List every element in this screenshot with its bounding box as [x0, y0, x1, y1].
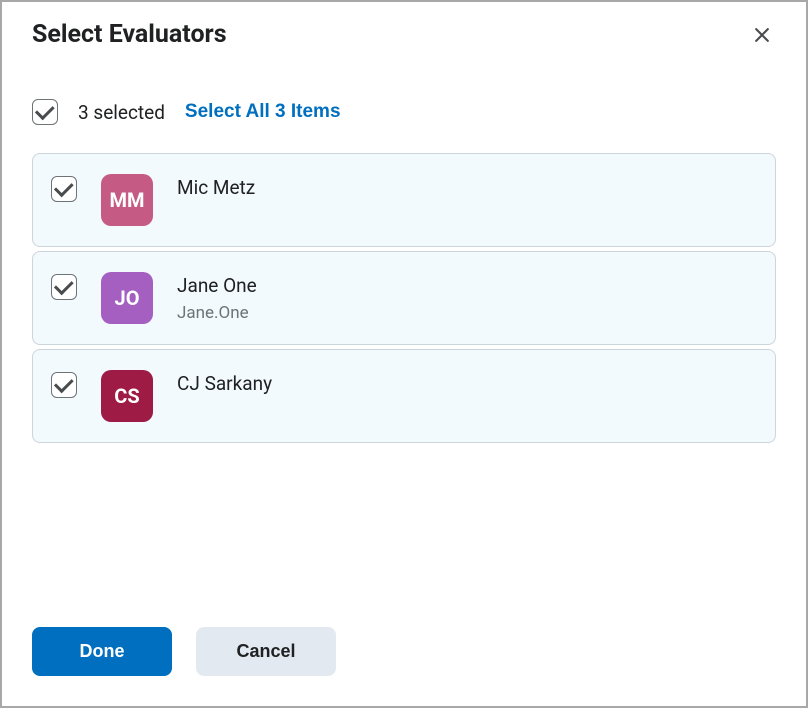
evaluator-subtext: Jane.One — [177, 303, 257, 323]
dialog-footer: Done Cancel — [2, 627, 806, 706]
select-all-link[interactable]: Select All 3 Items — [185, 101, 341, 123]
cancel-button[interactable]: Cancel — [196, 627, 336, 676]
select-all-checkbox[interactable] — [32, 99, 58, 125]
list-item[interactable]: MM Mic Metz — [32, 153, 776, 247]
selected-count-label: 3 selected — [78, 101, 165, 124]
avatar: CS — [101, 370, 153, 422]
evaluator-name: Mic Metz — [177, 176, 255, 199]
evaluator-name: CJ Sarkany — [177, 372, 272, 395]
evaluator-text: CJ Sarkany — [177, 370, 272, 395]
close-icon — [752, 25, 772, 45]
evaluator-list: MM Mic Metz JO Jane One Jane.One CS CJ S… — [32, 153, 776, 443]
avatar: JO — [101, 272, 153, 324]
list-item[interactable]: JO Jane One Jane.One — [32, 251, 776, 345]
evaluator-text: Mic Metz — [177, 174, 255, 199]
list-item[interactable]: CS CJ Sarkany — [32, 349, 776, 443]
close-button[interactable] — [748, 21, 776, 49]
done-button[interactable]: Done — [32, 627, 172, 676]
dialog-title: Select Evaluators — [32, 20, 227, 49]
avatar: MM — [101, 174, 153, 226]
dialog-header: Select Evaluators — [2, 2, 806, 49]
dialog-content: 3 selected Select All 3 Items MM Mic Met… — [2, 49, 806, 627]
selection-summary: 3 selected Select All 3 Items — [32, 99, 776, 125]
evaluator-name: Jane One — [177, 274, 257, 297]
evaluator-checkbox[interactable] — [51, 176, 77, 202]
evaluator-text: Jane One Jane.One — [177, 272, 257, 323]
evaluator-checkbox[interactable] — [51, 274, 77, 300]
evaluator-checkbox[interactable] — [51, 372, 77, 398]
